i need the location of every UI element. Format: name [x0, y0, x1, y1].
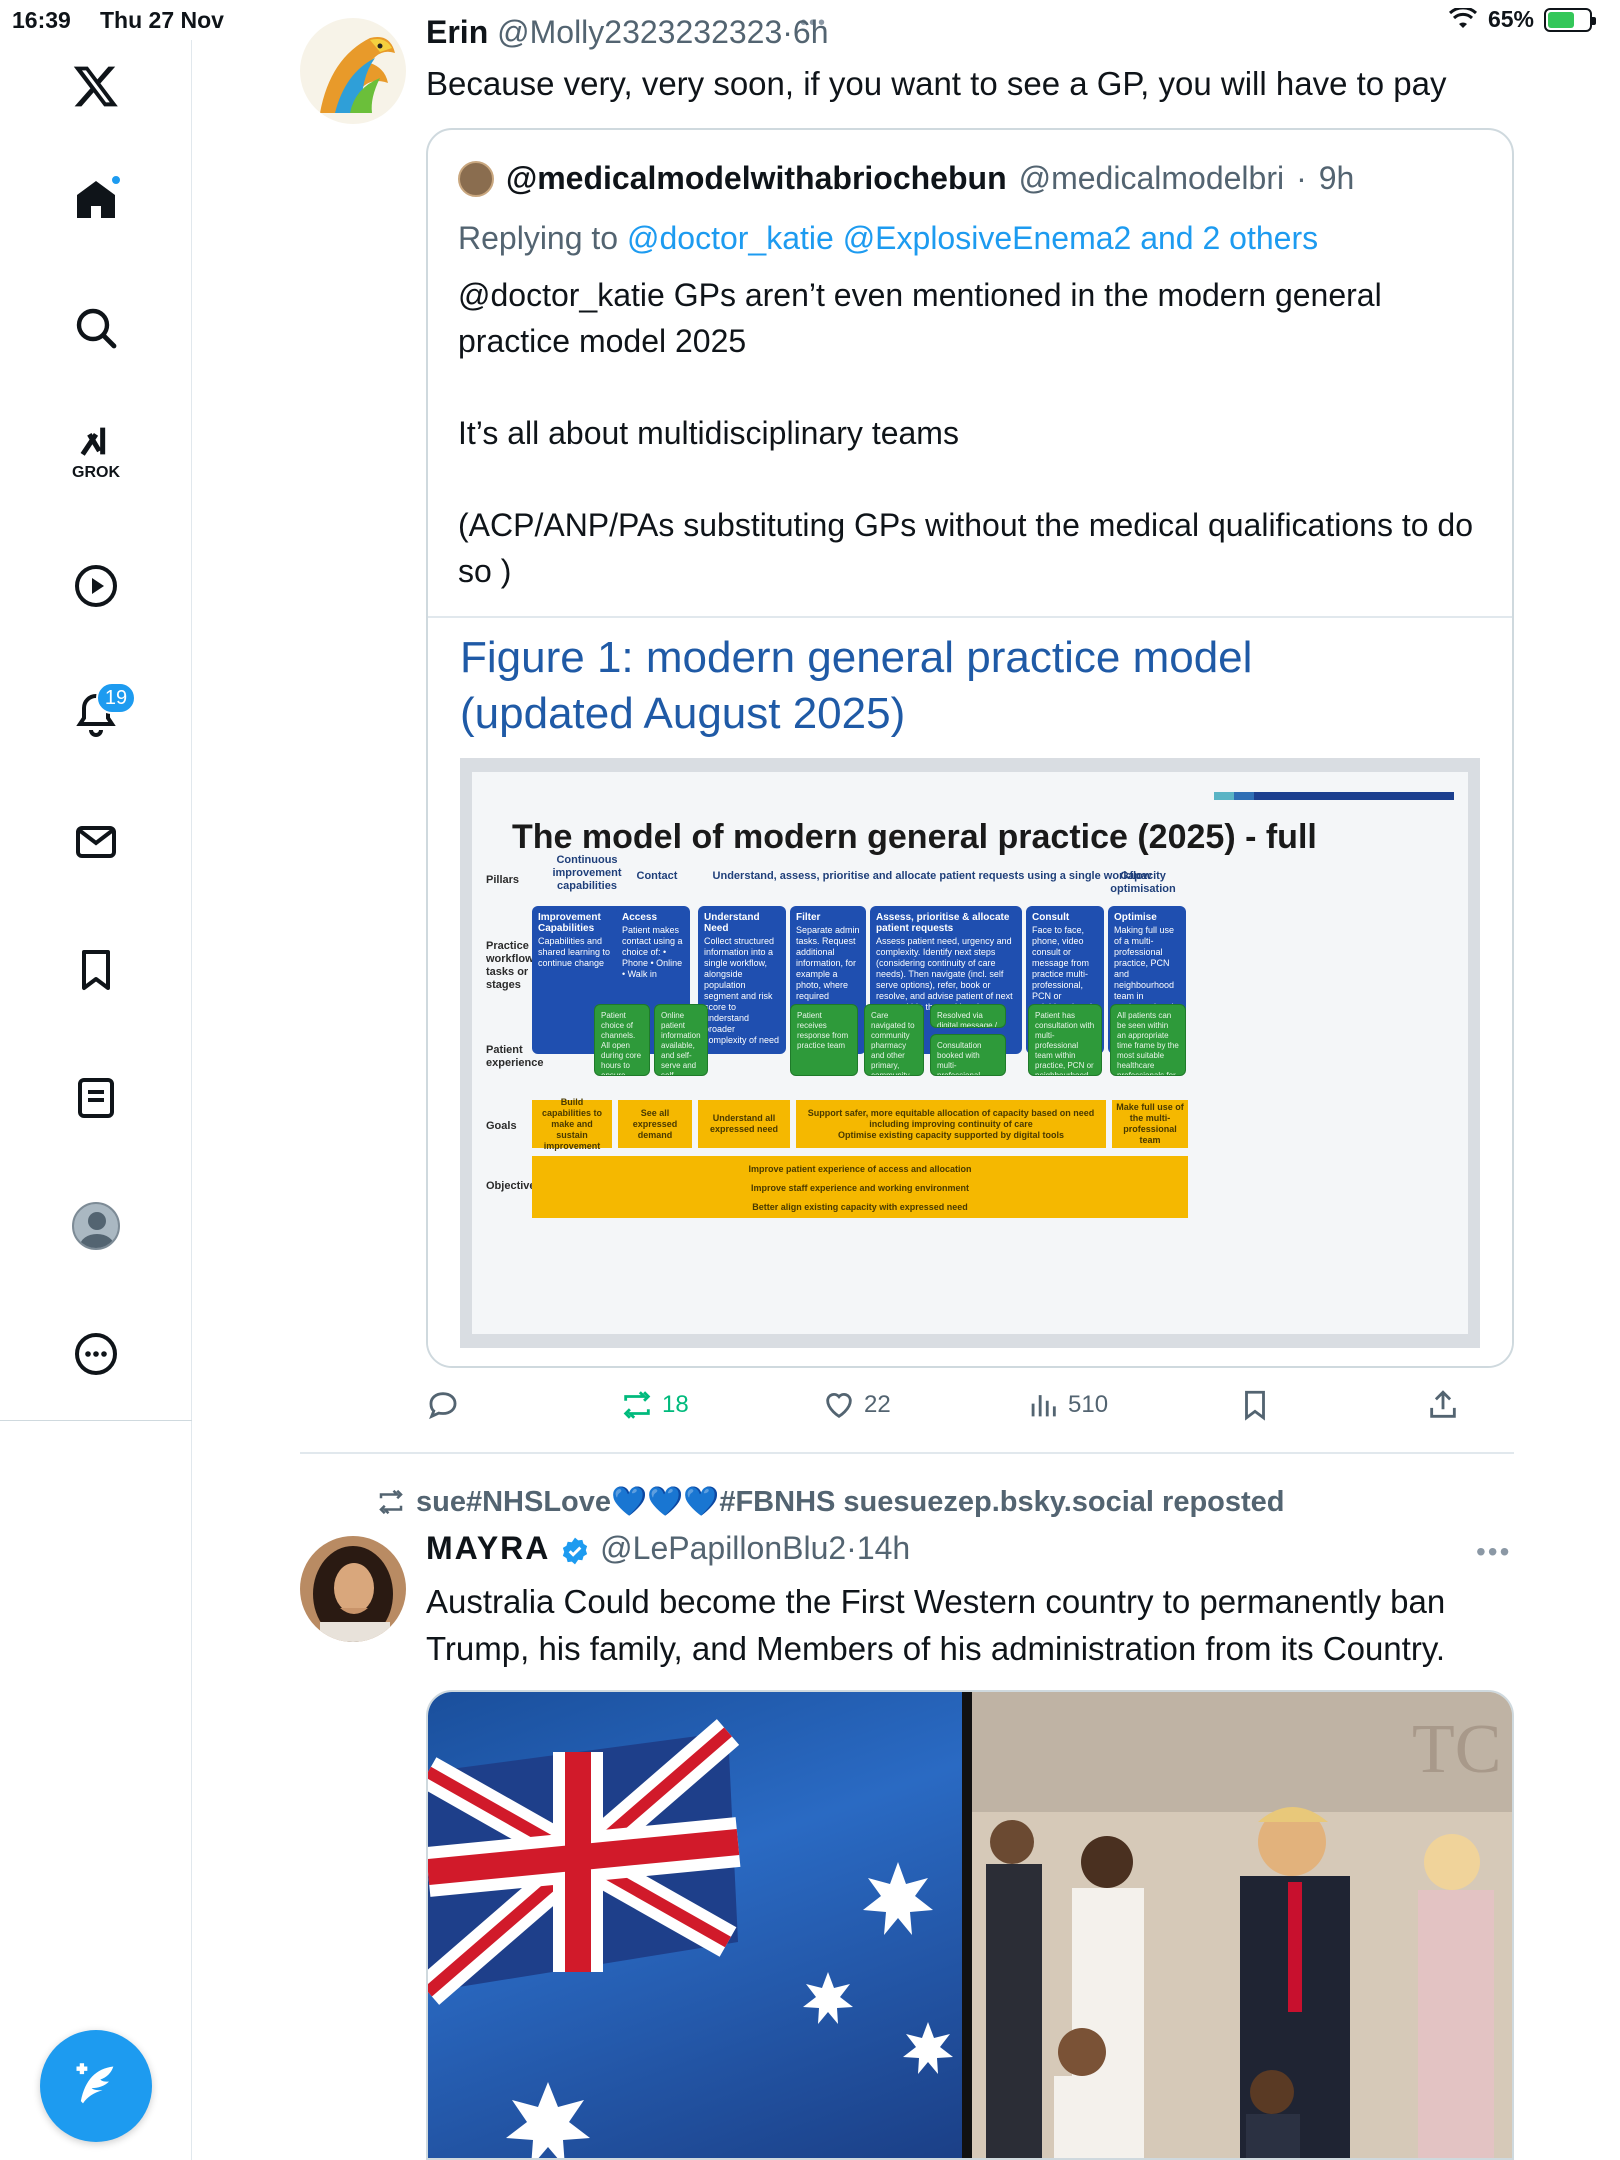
bookmark-icon	[1245, 1390, 1265, 1421]
reply-icon	[429, 1392, 457, 1420]
avatar-mayra[interactable]	[300, 1536, 406, 1642]
views-button[interactable]: 510	[1026, 1380, 1108, 1430]
heart-icon	[826, 1393, 852, 1419]
goal-box: Build capabilities to make and sustain i…	[532, 1097, 612, 1151]
tweet-time[interactable]: 6h	[793, 14, 829, 50]
australian-flag-image[interactable]	[428, 1692, 963, 2158]
search-icon[interactable]	[60, 292, 132, 364]
tweet-time[interactable]: 14h	[857, 1530, 910, 1566]
col-header-capacity: Capacity optimisation	[1110, 870, 1176, 895]
replying-to-links[interactable]: @doctor_katie @ExplosiveEnema2 and 2 oth…	[627, 220, 1318, 256]
share-button[interactable]	[1426, 1380, 1460, 1430]
bookmark-button[interactable]	[1238, 1380, 1272, 1430]
figure-main-title: The model of modern general practice (20…	[512, 818, 1317, 856]
experience-box: Patient has consultation with multi-prof…	[1028, 1004, 1102, 1076]
more-options-icon[interactable]: •••	[1476, 1536, 1511, 1568]
photo-graphic: TC	[972, 1692, 1512, 2158]
author-name[interactable]: MAYRA	[426, 1530, 550, 1566]
trump-family-photo[interactable]: TC	[962, 1692, 1512, 2158]
home-unread-dot	[110, 174, 122, 186]
compose-feather-icon	[76, 2063, 114, 2104]
sidebar-divider	[0, 1420, 192, 1421]
repost-count: 18	[662, 1391, 689, 1418]
svg-text:TC: TC	[1412, 1711, 1501, 1788]
repost-icon	[623, 1391, 651, 1419]
experience-box: All patients can be seen within an appro…	[1110, 1004, 1186, 1076]
replying-prefix: Replying to	[458, 220, 619, 256]
row-label-pillars: Pillars	[486, 874, 520, 886]
experience-box: Patient receives response from practice …	[790, 1004, 858, 1076]
goal-box: Support safer, more equitable allocation…	[796, 1100, 1106, 1148]
tweet-actions: 18 22 510	[426, 1380, 1514, 1430]
status-time: 16:39	[12, 7, 71, 33]
share-icon	[1430, 1390, 1456, 1418]
messages-icon[interactable]	[60, 806, 132, 878]
objective-item: Improve staff experience and working env…	[750, 1183, 970, 1193]
timeline: Erin @Molly2323232323·6h Because very, v…	[192, 0, 1620, 2160]
author-handle[interactable]: @Molly2323232323	[497, 14, 782, 50]
lists-icon[interactable]	[60, 1062, 132, 1134]
repost-small-icon	[379, 1489, 403, 1515]
objective-item: Better align existing capacity with expr…	[752, 1202, 968, 1212]
replying-to: Replying to @doctor_katie @ExplosiveEnem…	[458, 220, 1318, 257]
grok-icon[interactable]: GROK	[60, 412, 132, 484]
like-button[interactable]: 22	[822, 1380, 891, 1430]
profile-avatar	[72, 1202, 120, 1250]
repost-button[interactable]: 18	[620, 1380, 689, 1430]
pillar-box: Understand Need Collect structured inform…	[698, 906, 786, 1054]
tweet-header: Erin @Molly2323232323·6h	[426, 14, 829, 50]
quote-author-handle[interactable]: @medicalmodelbri	[1019, 160, 1284, 197]
experience-box: Patient choice of channels. All open dur…	[594, 1004, 650, 1076]
repost-banner-text: sue#NHSLove💙💙💙#FBNHS suesuezep.bsky.soci…	[416, 1486, 1285, 1518]
video-icon[interactable]	[60, 550, 132, 622]
notifications-badge: 19	[96, 682, 136, 714]
quote-header: @medicalmodelwithabriochebun @medicalmod…	[458, 160, 1354, 197]
figure-title: Figure 1: modern general practice model …	[460, 633, 1253, 738]
goal-box: See all expressed demand	[618, 1100, 692, 1148]
quote-time: 9h	[1318, 160, 1355, 196]
tweet-media[interactable]: TC	[426, 1690, 1514, 2160]
tweet-divider	[300, 1452, 1514, 1454]
quote-text: @doctor_katie GPs aren’t even mentioned …	[458, 277, 1473, 589]
quote-media-image[interactable]: Figure 1: modern general practice model …	[428, 618, 1512, 1366]
tweet-text: Australia Could become the First Western…	[426, 1583, 1446, 1667]
goal-box: Make full use of the multi-professional …	[1112, 1100, 1188, 1148]
profile-icon[interactable]	[60, 1190, 132, 1262]
x-logo-icon[interactable]	[60, 50, 132, 122]
figure-diagram: The model of modern general practice (20…	[460, 758, 1480, 1348]
experience-box: Consultation booked with multi-professio…	[930, 1034, 1006, 1076]
sidebar: GROK 19	[0, 40, 192, 2160]
figure-diagram-inner: The model of modern general practice (20…	[472, 772, 1468, 1334]
figure-accent-bars	[1214, 792, 1454, 800]
experience-box: Resolved via digital message / phone	[930, 1004, 1006, 1028]
views-icon	[1031, 1395, 1056, 1417]
col-header-understand: Understand, assess, prioritise and alloc…	[712, 870, 1152, 882]
quote-author-name[interactable]: @medicalmodelwithabriochebun	[506, 160, 1007, 197]
objective-item: Improve patient experience of access and…	[748, 1164, 972, 1174]
experience-box: Care navigated to community pharmacy and…	[864, 1004, 924, 1076]
reply-button[interactable]	[426, 1380, 460, 1430]
experience-box: Online patient information available, an…	[654, 1004, 708, 1076]
compose-button[interactable]	[40, 2030, 152, 2142]
repost-banner[interactable]: sue#NHSLove💙💙💙#FBNHS suesuezep.bsky.soci…	[376, 1485, 1285, 1519]
flag-graphic	[428, 1719, 953, 2158]
tweet-text: Because very, very soon, if you want to …	[426, 65, 1447, 102]
objectives-box: Improve patient experience of access and…	[532, 1156, 1188, 1218]
author-handle[interactable]: @LePapillonBlu2	[600, 1530, 846, 1566]
tweet-header: MAYRA @LePapillonBlu2·14h	[426, 1530, 911, 1566]
home-icon[interactable]	[60, 164, 132, 236]
like-count: 22	[864, 1391, 891, 1418]
quoted-tweet[interactable]: @medicalmodelwithabriochebun @medicalmod…	[426, 128, 1514, 1368]
quote-avatar[interactable]	[458, 160, 494, 197]
views-count: 510	[1068, 1391, 1109, 1418]
col-header-contact: Contact	[636, 870, 678, 882]
goal-box: Understand all expressed need	[698, 1100, 790, 1148]
grok-label: GROK	[72, 464, 120, 481]
author-name[interactable]: Erin	[426, 14, 488, 50]
verified-badge-icon	[563, 1537, 588, 1564]
avatar-erin[interactable]	[300, 18, 406, 124]
more-icon[interactable]	[60, 1318, 132, 1390]
bookmarks-icon[interactable]	[60, 934, 132, 1006]
notifications-icon[interactable]: 19	[60, 678, 136, 750]
